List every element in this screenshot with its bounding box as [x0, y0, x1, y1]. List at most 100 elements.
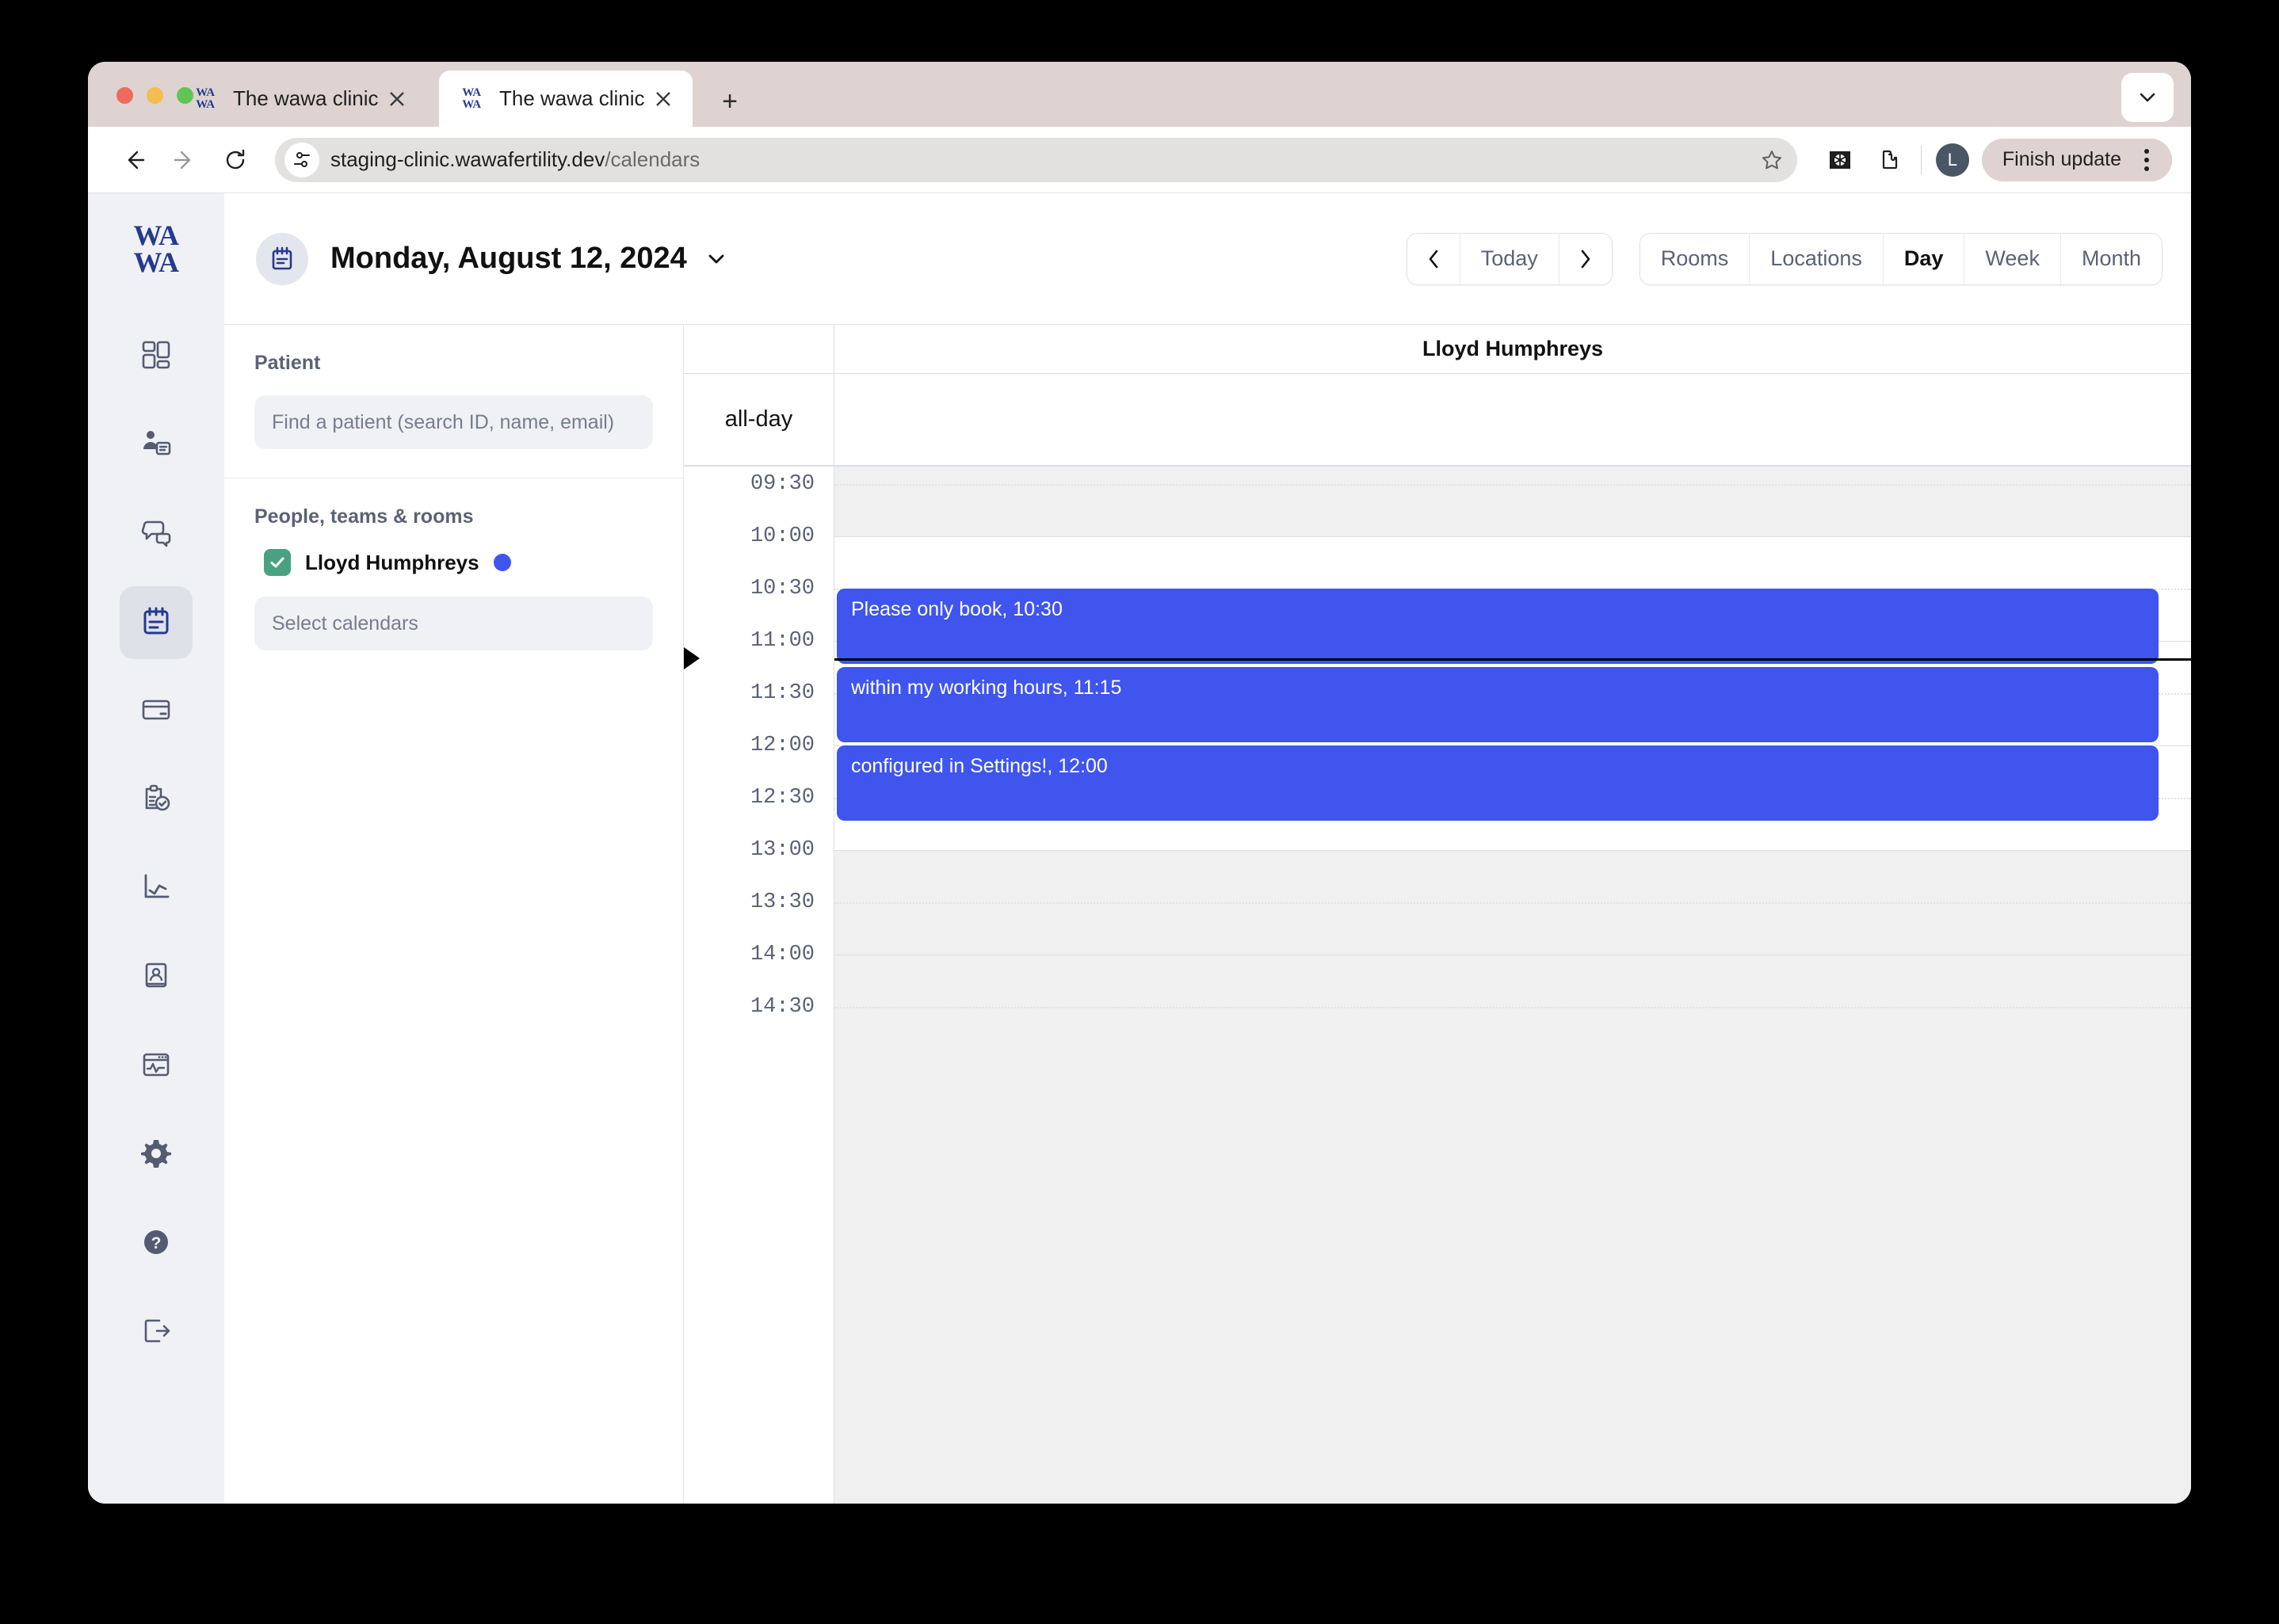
close-window-button[interactable] — [116, 87, 133, 104]
select-calendars-input[interactable]: Select calendars — [254, 597, 653, 650]
time-tick-label: 10:00 — [750, 524, 815, 548]
non-working-hours-shade — [834, 850, 2191, 1504]
browser-tab-1[interactable]: WAWA The wawa clinic — [173, 71, 426, 127]
calendar-filters-panel: Patient Find a patient (search ID, name,… — [224, 193, 684, 1504]
sidebar-item-dashboard[interactable] — [120, 320, 193, 393]
time-grid: 09:0009:3010:0010:3011:0011:3012:0012:30… — [684, 467, 2191, 1504]
time-tick-label: 12:30 — [750, 786, 815, 810]
calendar-note-icon — [256, 233, 308, 285]
sidebar-item-tasks[interactable] — [120, 764, 193, 837]
page-title: Monday, August 12, 2024 — [330, 242, 687, 276]
grid-line — [834, 850, 2191, 851]
current-time-marker-icon — [684, 647, 700, 669]
time-tick-label: 13:30 — [750, 890, 815, 914]
address-bar[interactable]: staging-clinic.wawafertility.dev/calenda… — [275, 138, 1797, 182]
calendar-event-title: Please only book, 10:30 — [851, 598, 1063, 620]
sidebar-item-monitoring[interactable] — [120, 1030, 193, 1103]
minimize-window-button[interactable] — [147, 87, 163, 104]
grid-line — [834, 1007, 2191, 1008]
forward-arrow-icon[interactable] — [162, 138, 207, 182]
calendar-color-dot — [494, 554, 511, 571]
all-day-label: all-day — [684, 374, 834, 465]
time-tick-label: 13:00 — [750, 838, 815, 862]
patient-search-input[interactable]: Find a patient (search ID, name, email) — [254, 395, 653, 449]
calendars-section: People, teams & rooms Lloyd Humphreys Se… — [224, 478, 683, 679]
chat-bubbles-icon — [139, 516, 173, 553]
credit-card-icon — [139, 693, 173, 730]
address-book-icon — [139, 959, 173, 997]
profile-avatar[interactable]: L — [1936, 143, 1969, 177]
new-tab-button[interactable]: + — [714, 86, 746, 117]
sidebar-item-help[interactable]: ? — [120, 1207, 193, 1280]
today-button[interactable]: Today — [1460, 234, 1559, 284]
patient-section-label: Patient — [254, 352, 653, 375]
calendar-checkbox[interactable] — [264, 549, 291, 576]
dashboard-tiles-icon — [139, 338, 173, 376]
view-switcher-group: Rooms Locations Day Week Month — [1640, 233, 2163, 285]
tab-search-chevron-down-icon[interactable] — [2121, 73, 2174, 122]
sidebar-item-messages[interactable] — [120, 497, 193, 570]
previous-day-button[interactable] — [1407, 234, 1460, 284]
kebab-menu-icon[interactable] — [2129, 149, 2164, 171]
wawa-brand-logo: WA WA — [133, 222, 178, 276]
clipboard-check-icon — [139, 782, 173, 819]
calendar-event[interactable]: Please only book, 10:30 — [837, 589, 2159, 664]
media-cast-icon[interactable] — [1819, 139, 1861, 181]
url-path: /calendars — [605, 147, 700, 171]
tab-rooms[interactable]: Rooms — [1640, 234, 1750, 284]
tab-week[interactable]: Week — [1964, 234, 2061, 284]
extensions-puzzle-icon[interactable] — [1869, 139, 1910, 181]
sidebar-item-logout[interactable] — [120, 1296, 193, 1369]
time-tick-label: 11:00 — [750, 629, 815, 653]
finish-update-button[interactable]: Finish update — [1982, 139, 2172, 181]
back-arrow-icon[interactable] — [112, 138, 156, 182]
calendars-section-label: People, teams & rooms — [254, 505, 653, 528]
sidebar-item-calendars[interactable] — [120, 586, 193, 659]
browser-tab-strip: WAWA The wawa clinic WAWA The wawa clini… — [88, 62, 2191, 127]
grid-line — [834, 484, 2191, 486]
tab-month[interactable]: Month — [2061, 234, 2162, 284]
close-tab-2-icon[interactable] — [647, 82, 680, 116]
patient-section: Patient Find a patient (search ID, name,… — [224, 325, 683, 478]
time-tick-label: 14:30 — [750, 995, 815, 1019]
sidebar-item-settings[interactable] — [120, 1119, 193, 1191]
time-tick-label: 11:30 — [750, 681, 815, 705]
tab-locations[interactable]: Locations — [1750, 234, 1884, 284]
brand-line-2: WA — [133, 246, 178, 278]
list-item[interactable]: Lloyd Humphreys — [254, 549, 653, 576]
sidebar-item-directory[interactable] — [120, 941, 193, 1014]
sidebar-item-reports[interactable] — [120, 852, 193, 925]
calendar-name: Lloyd Humphreys — [305, 551, 479, 575]
time-tick-label: 12:00 — [750, 734, 815, 757]
time-tick-label: 14:00 — [750, 943, 815, 966]
grid-line — [834, 902, 2191, 904]
app-root: WA WA — [88, 193, 2191, 1504]
next-day-button[interactable] — [1559, 234, 1612, 284]
close-tab-1-icon[interactable] — [380, 82, 414, 116]
all-day-row: all-day — [684, 374, 2191, 467]
site-settings-icon[interactable] — [284, 143, 319, 177]
calendar-event[interactable]: configured in Settings!, 12:00 — [837, 745, 2159, 821]
calendar-column-header-row: Lloyd Humphreys — [684, 325, 2191, 374]
sidebar-item-billing[interactable] — [120, 675, 193, 748]
app-nav-rail: WA WA — [88, 193, 224, 1504]
calendar-event[interactable]: within my working hours, 11:15 — [837, 667, 2159, 742]
grid-line — [834, 536, 2191, 537]
star-icon[interactable] — [1754, 143, 1789, 177]
browser-tab-1-title: The wawa clinic — [233, 86, 379, 111]
non-working-hours-shade — [834, 467, 2191, 536]
date-picker-chevron-down-icon[interactable] — [704, 247, 728, 271]
sidebar-item-patients[interactable] — [120, 409, 193, 482]
url-host: staging-clinic.wawafertility.dev — [330, 147, 605, 171]
date-nav-group: Today — [1407, 233, 1613, 285]
all-day-drop-cell[interactable] — [834, 374, 2191, 465]
address-bar-url: staging-clinic.wawafertility.dev/calenda… — [330, 147, 700, 172]
browser-toolbar: staging-clinic.wawafertility.dev/calenda… — [88, 127, 2191, 193]
reload-icon[interactable] — [213, 138, 258, 182]
calendar-icon — [139, 604, 173, 642]
window-pulse-icon — [139, 1048, 173, 1085]
calendar-event-title: within my working hours, 11:15 — [851, 677, 1121, 699]
tab-day[interactable]: Day — [1884, 234, 1965, 284]
day-column[interactable]: Please only book, 10:30 within my working… — [834, 467, 2191, 1504]
browser-tab-2[interactable]: WAWA The wawa clinic — [439, 71, 693, 127]
